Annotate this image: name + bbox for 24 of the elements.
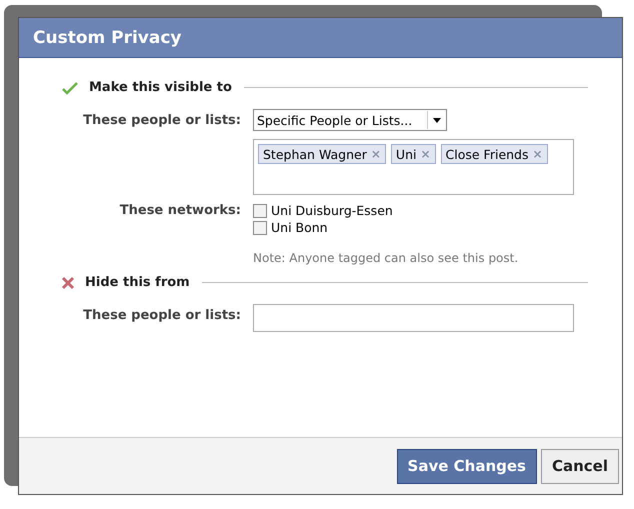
field-label: These people or lists: xyxy=(82,112,241,128)
token-label: Stephan Wagner xyxy=(263,146,367,162)
field-label: These people or lists: xyxy=(82,307,241,323)
section-heading: Hide this from xyxy=(85,275,190,290)
token-label: Close Friends xyxy=(446,146,529,162)
cancel-button[interactable]: Cancel xyxy=(540,448,619,484)
field-label: These networks: xyxy=(118,203,241,218)
remove-token-button[interactable]: × xyxy=(532,147,543,161)
note-text: Note: Anyone tagged can also see this post. xyxy=(253,251,520,265)
remove-token-button[interactable]: × xyxy=(420,147,431,161)
audience-select[interactable]: Specific People or Lists... xyxy=(253,109,447,131)
save-button[interactable]: Save Changes xyxy=(396,448,537,484)
checkbox[interactable] xyxy=(253,220,267,234)
check-icon xyxy=(61,80,79,94)
token-input-field[interactable]: Stephan Wagner × Uni × Close Friends × xyxy=(253,139,574,195)
section-heading: Make this visible to xyxy=(89,80,232,95)
people-input-field[interactable] xyxy=(253,304,574,332)
checkbox[interactable] xyxy=(253,204,267,218)
dialog-title: Custom Privacy xyxy=(33,28,182,48)
remove-token-button[interactable]: × xyxy=(370,147,381,161)
cross-icon xyxy=(61,276,75,290)
checkbox-label: Uni Duisburg-Essen xyxy=(271,203,393,218)
checkbox-label: Uni Bonn xyxy=(271,220,328,235)
token-label: Uni xyxy=(396,146,416,162)
